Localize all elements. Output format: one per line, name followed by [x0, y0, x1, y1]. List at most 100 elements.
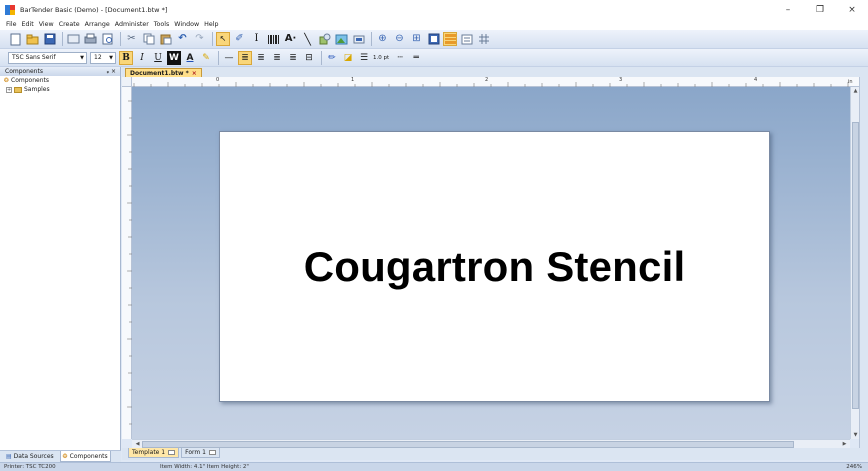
close-button[interactable]: ×: [836, 0, 868, 19]
components-pane-header: Components ᵩ ×: [0, 67, 120, 76]
underline-button[interactable]: U: [151, 51, 165, 65]
cut-icon[interactable]: ✂: [124, 32, 139, 47]
text-object-icon[interactable]: A·: [283, 32, 298, 47]
line-width-icon[interactable]: ☰: [357, 51, 371, 65]
copy-icon[interactable]: [141, 32, 156, 47]
select-pointer-icon[interactable]: ↖: [216, 32, 230, 46]
undo-icon[interactable]: ↶: [175, 32, 190, 47]
print-icon[interactable]: [83, 32, 98, 47]
tree-item-samples[interactable]: + Samples: [0, 85, 120, 94]
horizontal-scroll-thumb[interactable]: [142, 441, 794, 448]
text-tool-icon[interactable]: ✐: [232, 32, 247, 47]
font-name-select[interactable]: TSC Sans Serif ▼: [8, 51, 87, 64]
scroll-left-icon[interactable]: ◀: [133, 441, 142, 447]
align-left-icon[interactable]: ≣: [238, 50, 252, 65]
menu-window[interactable]: Window: [174, 21, 199, 28]
minimize-button[interactable]: –: [772, 0, 804, 19]
font-size-select[interactable]: 12 ▼: [90, 51, 116, 64]
tab-components[interactable]: ❂ Components: [59, 451, 111, 462]
tab-data-sources[interactable]: ▤ Data Sources: [4, 451, 56, 462]
page-setup-icon[interactable]: [66, 32, 81, 47]
document-tab-label: Document1.btw *: [130, 69, 189, 77]
expand-icon[interactable]: +: [6, 86, 12, 93]
justify-icon[interactable]: ≣: [286, 51, 300, 65]
menu-administer[interactable]: Administer: [115, 21, 149, 28]
zoom-in-icon[interactable]: ⊕: [375, 32, 390, 47]
menu-arrange[interactable]: Arrange: [85, 21, 110, 28]
line-style-icon[interactable]: —: [222, 51, 236, 65]
folder-icon: [14, 86, 22, 93]
template-icon: [168, 450, 176, 455]
close-icon[interactable]: ×: [192, 70, 197, 77]
text-cursor-icon[interactable]: I: [249, 32, 264, 47]
pin-close-icon[interactable]: ᵩ ×: [107, 68, 116, 75]
highlight-icon[interactable]: ✎: [199, 51, 213, 65]
reverse-text-button[interactable]: W: [167, 50, 181, 65]
align-right-icon[interactable]: ≣: [270, 51, 284, 65]
menu-edit[interactable]: Edit: [22, 21, 34, 28]
left-pane-tabs: ▤ Data Sources ❂ Components: [0, 450, 121, 462]
vertical-align-icon[interactable]: ⊟: [302, 51, 316, 65]
status-zoom[interactable]: 246%: [846, 464, 862, 470]
vertical-scrollbar[interactable]: ▲ ▼: [850, 87, 859, 439]
format-toolbar: TSC Sans Serif ▼ 12 ▼ B I U W A ✎ — ≣ ≣ …: [0, 49, 868, 67]
menu-help[interactable]: Help: [204, 21, 218, 28]
tab-template-1[interactable]: Template 1: [128, 448, 180, 458]
scroll-right-icon[interactable]: ▶: [840, 441, 849, 447]
rfid-icon[interactable]: [351, 32, 366, 47]
tree-item-label: Components: [11, 77, 49, 84]
barcode-icon[interactable]: [266, 32, 281, 47]
new-document-icon[interactable]: [8, 32, 23, 47]
components-pane: Components ᵩ × ❂ Components + Samples: [0, 67, 121, 450]
menu-view[interactable]: View: [39, 21, 54, 28]
ruler-mark: 1: [351, 77, 355, 83]
design-canvas[interactable]: Cougartron Stencil: [132, 87, 850, 439]
zoom-fit-icon[interactable]: ⊞: [409, 32, 424, 47]
open-folder-icon[interactable]: [25, 32, 40, 47]
vertical-scroll-thumb[interactable]: [852, 122, 859, 409]
fill-color-icon[interactable]: ◪: [341, 51, 355, 65]
font-color-icon[interactable]: A: [183, 51, 197, 65]
toolbar-separator: [212, 32, 213, 46]
tab-form-1[interactable]: Form 1: [181, 448, 220, 458]
document-tab[interactable]: Document1.btw * ×: [125, 68, 202, 77]
shape-tool-icon[interactable]: [317, 32, 332, 47]
tab-label: Template 1: [132, 449, 166, 456]
components-pane-title: Components: [5, 68, 43, 75]
template-design-icon[interactable]: [443, 32, 457, 46]
ruler-corner: [122, 77, 132, 87]
status-printer[interactable]: Printer: TSC TC200: [4, 464, 56, 470]
bold-button[interactable]: B: [119, 50, 133, 65]
line-color-icon[interactable]: ✏: [325, 51, 339, 65]
align-center-icon[interactable]: ≣: [254, 51, 268, 65]
arrow-style-icon[interactable]: ═: [409, 51, 423, 65]
grid-icon[interactable]: [476, 32, 491, 47]
main-toolbar: ✂ ↶ ↷ ↖ ✐ I A· ╲ ⊕ ⊖ ⊞: [0, 30, 868, 49]
database-icon: ▤: [6, 453, 12, 460]
menu-file[interactable]: File: [6, 21, 17, 28]
line-width-value[interactable]: 1.0 pt: [373, 55, 389, 61]
redo-icon[interactable]: ↷: [192, 32, 207, 47]
tree-item-components[interactable]: ❂ Components: [0, 76, 120, 85]
bartender-logo-icon: [5, 4, 15, 15]
horizontal-scrollbar[interactable]: ◀ ▶: [132, 439, 850, 448]
menu-create[interactable]: Create: [59, 21, 80, 28]
italic-button[interactable]: I: [135, 51, 149, 65]
save-icon[interactable]: [42, 32, 57, 47]
label-text-object[interactable]: Cougartron Stencil: [304, 243, 686, 291]
toolbar-separator: [218, 50, 219, 65]
menu-bar: File Edit View Create Arrange Administer…: [0, 19, 868, 30]
form-design-icon[interactable]: [459, 32, 474, 47]
print-preview-icon[interactable]: [100, 32, 115, 47]
menu-tools[interactable]: Tools: [154, 21, 170, 28]
label-template[interactable]: Cougartron Stencil: [219, 131, 770, 402]
zoom-page-icon[interactable]: [426, 32, 441, 47]
zoom-out-icon[interactable]: ⊖: [392, 32, 407, 47]
dash-style-icon[interactable]: ┄: [393, 51, 407, 65]
restore-button[interactable]: ❐: [804, 0, 836, 19]
picture-icon[interactable]: [334, 32, 349, 47]
paste-icon[interactable]: [158, 32, 173, 47]
ruler-mark: 2: [485, 77, 489, 83]
line-tool-icon[interactable]: ╲: [300, 32, 315, 47]
ruler-mark: 0: [216, 77, 220, 83]
